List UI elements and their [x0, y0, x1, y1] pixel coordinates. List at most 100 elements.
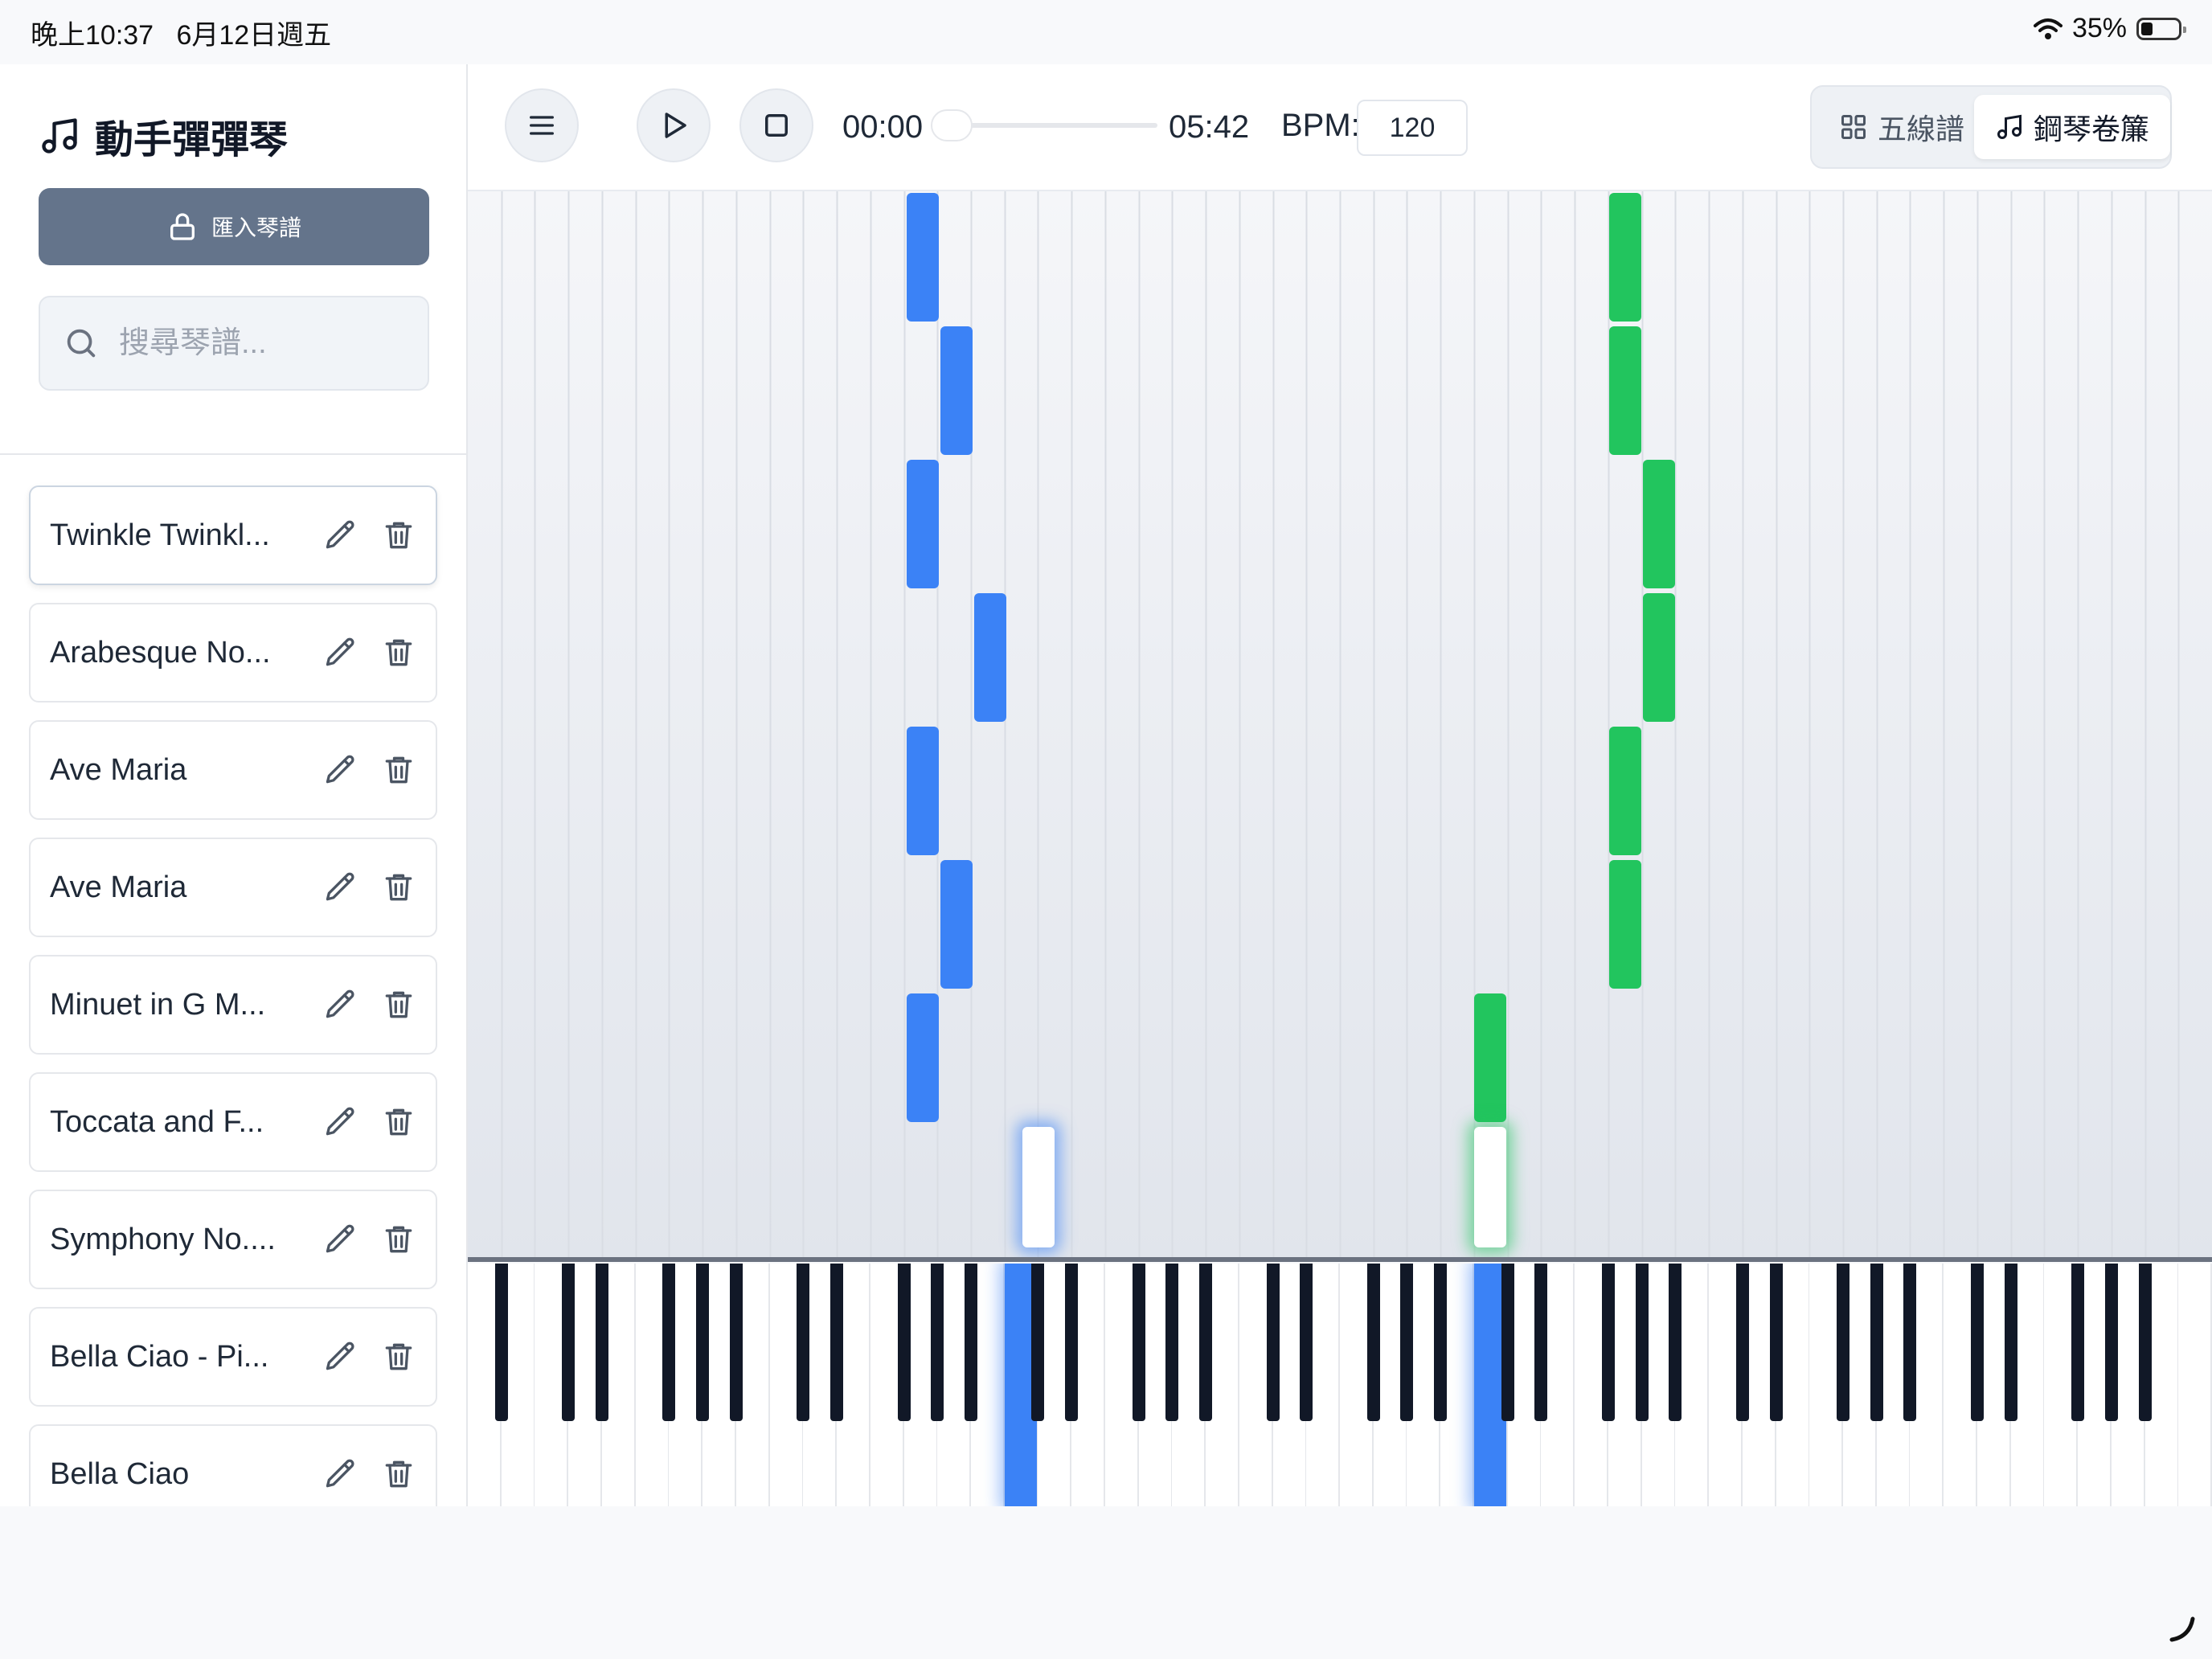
black-key[interactable]: [2105, 1264, 2118, 1421]
bottom-area: [0, 1506, 2212, 1659]
black-key[interactable]: [1267, 1264, 1280, 1421]
black-key[interactable]: [596, 1264, 608, 1421]
pencil-icon[interactable]: [323, 1339, 358, 1374]
black-key[interactable]: [2005, 1264, 2017, 1421]
black-key[interactable]: [1367, 1264, 1380, 1421]
song-list-item[interactable]: Bella Ciao: [29, 1424, 437, 1506]
trash-icon[interactable]: [381, 1222, 416, 1257]
black-key[interactable]: [1434, 1264, 1447, 1421]
black-key[interactable]: [1133, 1264, 1145, 1421]
song-title: Arabesque No...: [50, 636, 271, 670]
white-key[interactable]: [2178, 1264, 2212, 1506]
sidebar-divider: [0, 453, 466, 455]
note-bar: [1474, 993, 1506, 1122]
bpm-label: BPM:: [1281, 108, 1360, 143]
piano-roll[interactable]: [468, 191, 2212, 1260]
import-score-button[interactable]: 匯入琴譜: [39, 188, 429, 265]
song-list-item[interactable]: Bella Ciao - Pi...: [29, 1307, 437, 1407]
black-key[interactable]: [1636, 1264, 1649, 1421]
search-input[interactable]: [117, 325, 410, 362]
black-key[interactable]: [1837, 1264, 1849, 1421]
black-key[interactable]: [965, 1264, 977, 1421]
pencil-icon[interactable]: [323, 1222, 358, 1257]
pencil-icon[interactable]: [323, 870, 358, 905]
trash-icon[interactable]: [381, 1456, 416, 1492]
menu-button[interactable]: [505, 88, 579, 162]
piano-keyboard[interactable]: [468, 1264, 2212, 1506]
trash-icon[interactable]: [381, 518, 416, 553]
black-key[interactable]: [1199, 1264, 1212, 1421]
progress-slider[interactable]: [931, 109, 1157, 141]
song-title: Minuet in G M...: [50, 988, 266, 1022]
song-list-item[interactable]: Arabesque No...: [29, 603, 437, 703]
note-bar: [974, 593, 1006, 722]
song-list: Twinkle Twinkl... Arabesque No... Ave Mari…: [29, 485, 439, 1506]
black-key[interactable]: [1400, 1264, 1413, 1421]
black-key[interactable]: [696, 1264, 709, 1421]
song-list-item[interactable]: Minuet in G M...: [29, 955, 437, 1055]
song-list-item[interactable]: Twinkle Twinkl...: [29, 485, 437, 585]
black-key[interactable]: [1903, 1264, 1916, 1421]
black-key[interactable]: [495, 1264, 508, 1421]
black-key[interactable]: [662, 1264, 675, 1421]
bpm-input[interactable]: [1357, 100, 1468, 156]
black-key[interactable]: [2139, 1264, 2152, 1421]
black-key[interactable]: [898, 1264, 911, 1421]
song-list-item[interactable]: Symphony No....: [29, 1190, 437, 1289]
hit-line: [468, 1257, 2212, 1262]
black-key[interactable]: [1602, 1264, 1615, 1421]
tab-staff-view[interactable]: 五線譜: [1818, 95, 1985, 159]
music-note-icon: [1997, 114, 2022, 139]
clock-text: 晚上10:37: [31, 20, 154, 51]
trash-icon[interactable]: [381, 987, 416, 1022]
play-icon: [665, 113, 686, 138]
black-key[interactable]: [931, 1264, 944, 1421]
song-list-item[interactable]: Ave Maria: [29, 838, 437, 937]
black-key[interactable]: [1736, 1264, 1749, 1421]
progress-thumb[interactable]: [931, 109, 973, 141]
pencil-icon[interactable]: [323, 1456, 358, 1492]
black-key[interactable]: [1534, 1264, 1547, 1421]
black-key[interactable]: [1031, 1264, 1044, 1421]
song-title: Twinkle Twinkl...: [50, 518, 270, 552]
black-key[interactable]: [1300, 1264, 1313, 1421]
trash-icon[interactable]: [381, 752, 416, 788]
trash-icon[interactable]: [381, 1339, 416, 1374]
play-button[interactable]: [637, 88, 711, 162]
pencil-icon[interactable]: [323, 987, 358, 1022]
pencil-icon[interactable]: [323, 518, 358, 553]
active-note: [1022, 1127, 1055, 1247]
status-bar: 晚上10:37 6月12日週五 35%: [0, 0, 2212, 64]
black-key[interactable]: [2071, 1264, 2084, 1421]
pencil-icon[interactable]: [323, 635, 358, 670]
note-bar: [1609, 326, 1641, 455]
song-list-item[interactable]: Toccata and F...: [29, 1072, 437, 1172]
search-box[interactable]: [39, 296, 429, 391]
trash-icon[interactable]: [381, 870, 416, 905]
trash-icon[interactable]: [381, 635, 416, 670]
song-title: Ave Maria: [50, 753, 187, 787]
black-key[interactable]: [797, 1264, 809, 1421]
pencil-icon[interactable]: [323, 1104, 358, 1140]
app-title-text: 動手彈彈琴: [95, 119, 289, 162]
stop-button[interactable]: [739, 88, 813, 162]
black-key[interactable]: [730, 1264, 743, 1421]
black-key[interactable]: [1770, 1264, 1783, 1421]
note-bar: [907, 727, 939, 855]
trash-icon[interactable]: [381, 1104, 416, 1140]
tab-piano-roll-view[interactable]: 鋼琴卷簾: [1974, 95, 2170, 159]
song-list-item[interactable]: Ave Maria: [29, 720, 437, 820]
pencil-icon[interactable]: [323, 752, 358, 788]
black-key[interactable]: [1971, 1264, 1984, 1421]
toolbar: 00:00 05:42 BPM: 五線譜 鋼琴卷簾: [468, 64, 2212, 191]
black-key[interactable]: [830, 1264, 843, 1421]
black-key[interactable]: [562, 1264, 575, 1421]
corner-indicator-icon: [2169, 1616, 2195, 1642]
black-key[interactable]: [1669, 1264, 1682, 1421]
black-key[interactable]: [1501, 1264, 1514, 1421]
note-bar: [1609, 860, 1641, 989]
black-key[interactable]: [1870, 1264, 1883, 1421]
black-key[interactable]: [1065, 1264, 1078, 1421]
black-key[interactable]: [1165, 1264, 1178, 1421]
note-bar: [1609, 727, 1641, 855]
